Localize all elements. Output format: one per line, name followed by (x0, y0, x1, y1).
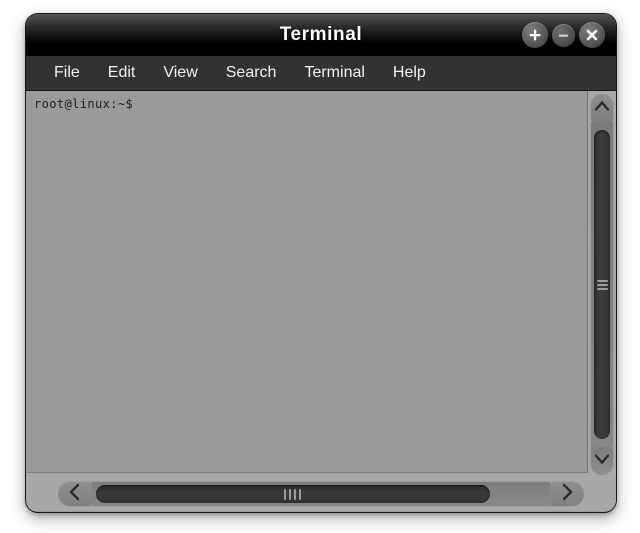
vertical-scroll-thumb[interactable] (594, 130, 610, 439)
minimize-button[interactable] (552, 23, 575, 47)
vertical-scroll-track[interactable] (591, 122, 613, 447)
maximize-button[interactable] (522, 22, 548, 48)
window-controls (522, 22, 605, 48)
scroll-right-button[interactable] (550, 482, 584, 506)
chevron-down-icon (594, 452, 610, 470)
terminal-prompt-line: root@linux:~$ (34, 97, 134, 111)
grip-line (596, 279, 608, 282)
terminal-window: Terminal File Edit View Search Terminal … (25, 13, 617, 513)
window-title: Terminal (279, 24, 363, 45)
menu-item-search[interactable]: Search (212, 61, 291, 85)
terminal-text-area[interactable]: root@linux:~$ (26, 91, 588, 473)
grip-line (294, 488, 297, 500)
menu-bar: File Edit View Search Terminal Help (26, 56, 616, 91)
grip-line (289, 488, 292, 500)
minus-icon (557, 29, 570, 42)
menu-item-file[interactable]: File (40, 61, 94, 85)
grip-line (596, 287, 608, 290)
close-icon (585, 28, 599, 42)
chevron-up-icon (594, 99, 610, 117)
menu-item-edit[interactable]: Edit (94, 61, 150, 85)
horizontal-scroll-thumb[interactable] (96, 485, 490, 503)
grip-line (596, 283, 608, 286)
vertical-scrollbar[interactable] (590, 94, 614, 475)
close-button[interactable] (579, 22, 605, 48)
chevron-left-icon (68, 483, 82, 506)
scroll-left-button[interactable] (58, 482, 92, 506)
plus-icon (528, 28, 542, 42)
horizontal-scroll-track[interactable] (92, 482, 550, 506)
menu-item-view[interactable]: View (149, 61, 211, 85)
horizontal-scrollbar[interactable] (58, 481, 584, 507)
scroll-up-button[interactable] (591, 94, 613, 122)
menu-item-help[interactable]: Help (379, 61, 440, 85)
title-bar[interactable]: Terminal (26, 14, 616, 56)
chevron-right-icon (560, 483, 574, 506)
grip-line (284, 488, 287, 500)
window-body: root@linux:~$ (26, 91, 616, 511)
scroll-down-button[interactable] (591, 447, 613, 475)
menu-item-terminal[interactable]: Terminal (290, 61, 378, 85)
grip-line (299, 488, 302, 500)
